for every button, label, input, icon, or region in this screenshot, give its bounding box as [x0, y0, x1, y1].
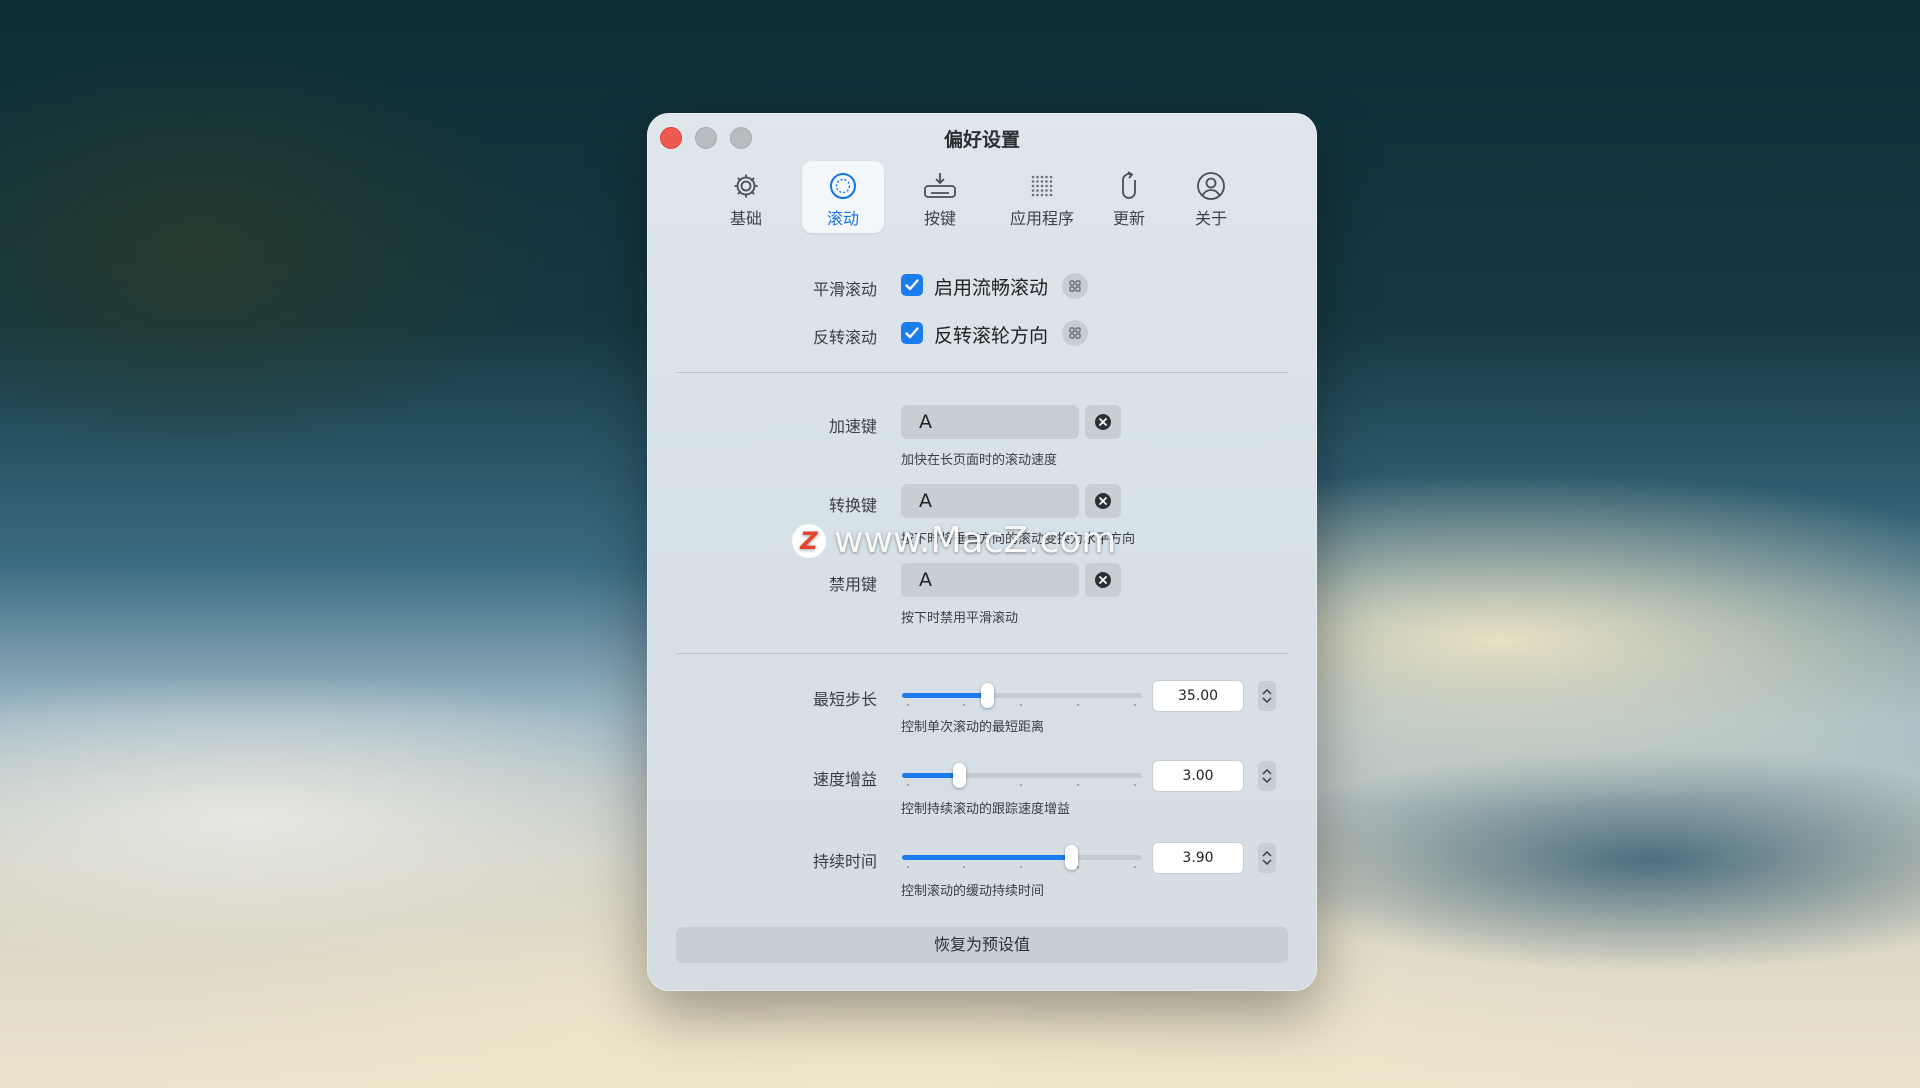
grid-options-icon [1069, 280, 1081, 292]
gear-icon [731, 169, 761, 203]
chevron-down-icon [1262, 697, 1272, 703]
speed-gain-stepper[interactable] [1258, 761, 1276, 791]
chevron-down-icon [1262, 777, 1272, 783]
chevron-up-icon [1262, 769, 1272, 775]
tab-update-label: 更新 [1112, 209, 1145, 228]
tab-apps[interactable]: 应用程序 [992, 161, 1092, 233]
slider-tick [963, 866, 965, 868]
tab-basic-label: 基础 [729, 209, 762, 228]
slider-fill [902, 693, 988, 698]
min-step-value-field[interactable]: 35.00 [1152, 680, 1244, 712]
speed-gain-value-field[interactable]: 3.00 [1152, 760, 1244, 792]
duration-hint: 控制滚动的缓动持续时间 [901, 884, 1045, 899]
disable-key-field[interactable]: A [901, 563, 1079, 597]
slider-tick [907, 784, 909, 786]
smooth-scroll-checkbox[interactable] [901, 274, 923, 296]
speed-gain-hint: 控制持续滚动的跟踪速度增益 [901, 802, 1071, 817]
slider-tick [1020, 704, 1022, 706]
clear-circle-icon [1095, 572, 1111, 588]
accelerate-key-hint: 加快在长页面时的滚动速度 [901, 453, 1058, 468]
disable-key-label: 禁用键 [828, 575, 877, 594]
slider-fill [902, 855, 1072, 860]
slider-tick [1134, 704, 1136, 706]
reverse-scroll-options-button[interactable] [1062, 320, 1088, 346]
disable-key-hint: 按下时禁用平滑滚动 [901, 611, 1019, 626]
reverse-scroll-checkbox[interactable] [901, 322, 923, 344]
duration-value-field[interactable]: 3.90 [1152, 842, 1244, 874]
accelerate-key-label: 加速键 [828, 417, 877, 436]
grid-options-icon [1069, 327, 1081, 339]
accelerate-key-clear-button[interactable] [1085, 405, 1121, 439]
checkmark-icon [905, 327, 919, 339]
clear-circle-icon [1095, 414, 1111, 430]
watermark-text: www.MacZ.com [834, 520, 1117, 561]
min-step-hint: 控制单次滚动的最短距离 [901, 720, 1045, 735]
mouse-refresh-icon [1114, 169, 1144, 203]
tab-about[interactable]: 关于 [1175, 161, 1247, 233]
slider-tick [1134, 784, 1136, 786]
smooth-scroll-options-button[interactable] [1062, 273, 1088, 299]
min-step-slider[interactable] [902, 681, 1142, 711]
accelerate-key-field[interactable]: A [901, 405, 1079, 439]
tab-keys-label: 按键 [923, 209, 956, 228]
watermark: Z www.MacZ.com [792, 520, 1116, 561]
slider-tick [907, 866, 909, 868]
scroll-icon [828, 169, 858, 203]
chevron-up-icon [1262, 851, 1272, 857]
watermark-logo-letter: Z [800, 526, 818, 555]
person-circle-icon [1195, 169, 1227, 203]
tab-apps-label: 应用程序 [1009, 209, 1074, 228]
tab-scroll-label: 滚动 [826, 209, 859, 228]
reset-defaults-button[interactable]: 恢复为预设值 [676, 927, 1288, 963]
speed-gain-label: 速度增益 [812, 770, 877, 789]
duration-stepper[interactable] [1258, 843, 1276, 873]
slider-tick [1077, 704, 1079, 706]
preferences-toolbar: 基础 滚动 按键 应用程序 更新 关于 [647, 161, 1317, 237]
slider-tick [1020, 784, 1022, 786]
convert-key-field[interactable]: A [901, 484, 1079, 518]
checkmark-icon [905, 279, 919, 291]
slider-knob[interactable] [1065, 845, 1078, 870]
disable-key-clear-button[interactable] [1085, 563, 1121, 597]
convert-key-label: 转换键 [828, 496, 877, 515]
chevron-up-icon [1262, 689, 1272, 695]
speed-gain-slider[interactable] [902, 761, 1142, 791]
reverse-scroll-text[interactable]: 反转滚轮方向 [934, 321, 1048, 348]
clear-circle-icon [1095, 493, 1111, 509]
duration-label: 持续时间 [812, 852, 877, 871]
watermark-logo: Z [792, 523, 826, 558]
slider-knob[interactable] [981, 683, 994, 708]
slider-knob[interactable] [953, 763, 966, 788]
tab-keys[interactable]: 按键 [899, 161, 981, 233]
slider-tick [1020, 866, 1022, 868]
slider-tick [1077, 784, 1079, 786]
apps-grid-icon [1027, 169, 1057, 203]
tab-about-label: 关于 [1194, 209, 1227, 228]
min-step-label: 最短步长 [812, 690, 877, 709]
smooth-scroll-text[interactable]: 启用流畅滚动 [934, 273, 1048, 300]
convert-key-clear-button[interactable] [1085, 484, 1121, 518]
slider-tick [1134, 866, 1136, 868]
tab-basic[interactable]: 基础 [705, 161, 787, 233]
window-title: 偏好设置 [943, 129, 1020, 151]
separator [676, 372, 1288, 373]
duration-slider[interactable] [902, 843, 1142, 873]
tab-update[interactable]: 更新 [1093, 161, 1165, 233]
separator [676, 653, 1288, 654]
smooth-scroll-label: 平滑滚动 [812, 280, 877, 299]
slider-tick [907, 704, 909, 706]
reverse-scroll-label: 反转滚动 [812, 328, 877, 347]
min-step-stepper[interactable] [1258, 681, 1276, 711]
slider-fill [902, 773, 960, 778]
tab-scroll[interactable]: 滚动 [802, 161, 884, 233]
chevron-down-icon [1262, 859, 1272, 865]
slider-tick [963, 704, 965, 706]
keyboard-icon [923, 169, 957, 203]
